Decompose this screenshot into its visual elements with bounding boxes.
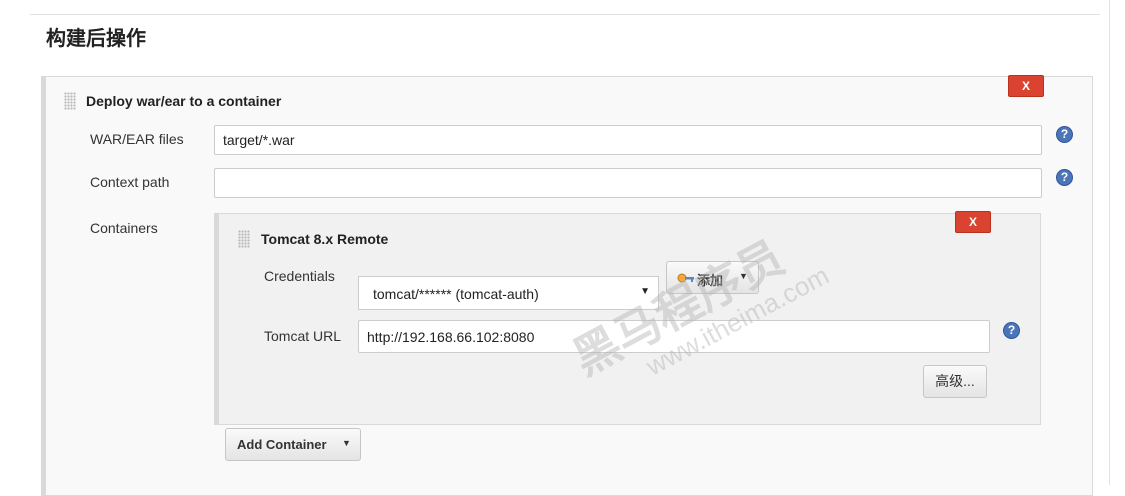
context-path-input[interactable] [214,168,1042,198]
top-divider [30,14,1100,15]
context-path-help-icon[interactable]: ? [1056,169,1073,186]
deploy-block-title: Deploy war/ear to a container [86,93,282,109]
chevron-down-icon: ▼ [640,286,650,297]
chevron-down-icon: ▼ [342,438,351,448]
containers-label: Containers [90,220,158,236]
credentials-selected-value: tomcat/****** (tomcat-auth) [373,286,539,302]
context-path-label: Context path [90,174,170,190]
delete-deploy-button[interactable]: X [1008,75,1044,97]
war-ear-files-input[interactable] [214,125,1042,155]
delete-container-button[interactable]: X [955,211,991,233]
section-title: 构建后操作 [46,28,146,50]
add-credentials-button[interactable]: 添加 ▼ [666,261,759,294]
advanced-button[interactable]: 高级... [923,365,987,398]
chevron-down-icon: ▼ [739,271,748,281]
tomcat-url-label: Tomcat URL [264,328,342,344]
drag-handle-icon[interactable] [64,92,76,110]
war-ear-files-help-icon[interactable]: ? [1056,126,1073,143]
war-ear-files-label: WAR/EAR files [90,131,184,147]
container-title: Tomcat 8.x Remote [261,231,389,247]
right-divider [1109,0,1110,485]
add-container-button[interactable]: Add Container ▼ [225,428,361,461]
tomcat-url-input[interactable] [358,320,990,353]
credentials-label: Credentials [264,268,335,284]
key-icon [677,272,695,284]
tomcat-url-help-icon[interactable]: ? [1003,322,1020,339]
add-container-label: Add Container [237,437,327,452]
container-drag-handle-icon[interactable] [238,230,250,248]
add-credentials-label: 添加 [697,273,724,288]
credentials-select[interactable]: tomcat/****** (tomcat-auth) ▼ [358,276,659,310]
